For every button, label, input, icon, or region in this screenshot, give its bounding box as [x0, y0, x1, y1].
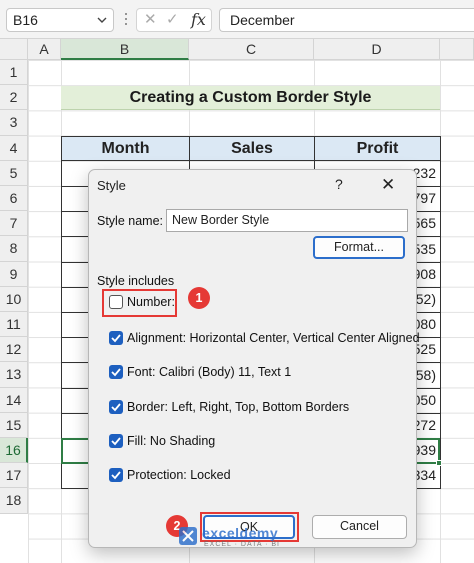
formula-input[interactable]: December: [219, 8, 474, 32]
style-includes-label: Style includes: [97, 274, 175, 288]
select-all-corner[interactable]: [0, 39, 28, 60]
row-header-17[interactable]: 17: [0, 463, 28, 489]
fill-handle[interactable]: [436, 460, 442, 466]
help-icon[interactable]: ?: [335, 176, 343, 192]
row-header-10[interactable]: 10: [0, 286, 28, 312]
chevron-down-icon[interactable]: [95, 12, 109, 28]
option-label-number: Number:: [127, 295, 175, 309]
checkbox-alignment[interactable]: [109, 331, 123, 345]
header-sales[interactable]: Sales: [189, 136, 315, 161]
option-protection[interactable]: Protection: Locked: [109, 467, 409, 485]
header-month[interactable]: Month: [61, 136, 190, 161]
row-header-16[interactable]: 16: [0, 438, 28, 464]
option-font[interactable]: Font: Calibri (Body) 11, Text 1: [109, 364, 409, 382]
row-header-8[interactable]: 8: [0, 236, 28, 262]
formula-bar: B16 ✕ ✓ fx December: [0, 0, 474, 39]
column-header-a[interactable]: A: [28, 39, 61, 60]
formula-buttons: ✕ ✓ fx: [136, 8, 212, 32]
style-name-label: Style name:: [97, 214, 164, 228]
row-header-9[interactable]: 9: [0, 261, 28, 287]
option-border[interactable]: Border: Left, Right, Top, Bottom Borders: [109, 399, 409, 417]
checkbox-protection[interactable]: [109, 468, 123, 482]
row-header-18[interactable]: 18: [0, 488, 28, 514]
formula-bar-grip: [124, 10, 128, 30]
option-label-border: Border: Left, Right, Top, Bottom Borders: [127, 400, 350, 414]
checkmark-icon: [111, 471, 121, 480]
name-box[interactable]: B16: [6, 8, 114, 32]
option-number[interactable]: Number:: [109, 294, 409, 312]
checkmark-icon: [111, 403, 121, 412]
row-header-12[interactable]: 12: [0, 337, 28, 363]
option-label-fill: Fill: No Shading: [127, 434, 216, 448]
checkbox-fill[interactable]: [109, 434, 123, 448]
sheet-title[interactable]: Creating a Custom Border Style: [61, 86, 440, 110]
exceldemy-watermark: exceldemy EXCEL · DATA · BI: [178, 522, 298, 552]
insert-function-icon[interactable]: fx: [191, 10, 206, 29]
row-header-1[interactable]: 1: [0, 60, 28, 86]
column-header-c[interactable]: C: [189, 39, 314, 60]
close-icon[interactable]: ✕: [381, 175, 395, 195]
cancel-button[interactable]: Cancel: [312, 515, 407, 539]
row-header-2[interactable]: 2: [0, 85, 28, 111]
checkmark-icon: [111, 437, 121, 446]
row-header-15[interactable]: 15: [0, 412, 28, 438]
style-dialog: Style ? ✕ Style name: New Border Style F…: [88, 169, 420, 548]
checkbox-number[interactable]: [109, 295, 123, 309]
column-header-e[interactable]: [440, 39, 474, 60]
row-header-13[interactable]: 13: [0, 362, 28, 388]
row-header-4[interactable]: 4: [0, 135, 28, 161]
row-header-6[interactable]: 6: [0, 186, 28, 212]
option-fill[interactable]: Fill: No Shading: [109, 433, 409, 451]
column-header-d[interactable]: D: [314, 39, 440, 60]
row-header-14[interactable]: 14: [0, 387, 28, 413]
row-header-3[interactable]: 3: [0, 110, 28, 136]
checkmark-icon: [111, 368, 121, 377]
column-header-b[interactable]: B: [61, 39, 189, 60]
watermark-tagline: EXCEL · DATA · BI: [204, 541, 280, 548]
checkbox-font[interactable]: [109, 365, 123, 379]
option-label-alignment: Alignment: Horizontal Center, Vertical C…: [127, 331, 420, 345]
style-name-input[interactable]: New Border Style: [166, 209, 408, 232]
enter-icon[interactable]: ✓: [166, 10, 179, 28]
option-label-protection: Protection: Locked: [127, 468, 231, 482]
exceldemy-logo-icon: [179, 527, 197, 545]
row-header-11[interactable]: 11: [0, 312, 28, 338]
cancel-icon[interactable]: ✕: [144, 10, 157, 28]
format-button[interactable]: Format...: [313, 236, 405, 259]
header-profit[interactable]: Profit: [314, 136, 441, 161]
option-label-font: Font: Calibri (Body) 11, Text 1: [127, 365, 292, 379]
dialog-title: Style: [97, 178, 126, 193]
option-alignment[interactable]: Alignment: Horizontal Center, Vertical C…: [109, 330, 420, 348]
name-box-value: B16: [13, 12, 38, 28]
checkmark-icon: [111, 334, 121, 343]
watermark-name: exceldemy: [202, 525, 279, 541]
row-header-7[interactable]: 7: [0, 211, 28, 237]
checkbox-border[interactable]: [109, 400, 123, 414]
row-header-5[interactable]: 5: [0, 160, 28, 186]
